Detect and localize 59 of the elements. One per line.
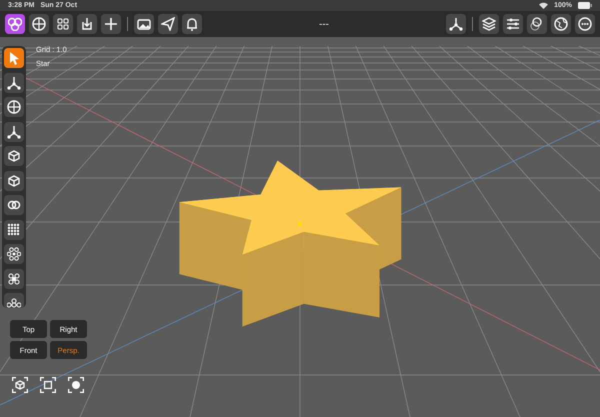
toolbar-button[interactable]	[53, 14, 73, 34]
toolbar-button[interactable]	[479, 14, 499, 34]
wheel-icon	[32, 17, 46, 31]
axes-icon	[7, 76, 21, 90]
paper-plane-icon	[161, 17, 175, 31]
axes-icon	[7, 124, 21, 138]
camera-button[interactable]	[67, 376, 85, 394]
camera-button[interactable]	[39, 376, 57, 394]
tool-button[interactable]	[4, 146, 24, 166]
circles-icon	[530, 17, 544, 31]
battery-icon	[578, 2, 592, 9]
toolbar-button[interactable]	[575, 14, 595, 34]
toolbar-button[interactable]	[29, 14, 49, 34]
dots-icon	[7, 296, 21, 308]
dot-ring-icon	[7, 247, 21, 261]
tool-button[interactable]	[4, 122, 24, 142]
tool-button[interactable]	[4, 244, 24, 264]
sphere-icon	[7, 100, 21, 114]
tool-button[interactable]	[4, 268, 24, 288]
bell-icon	[185, 17, 199, 31]
dots-grid-icon	[7, 222, 21, 236]
tool-button[interactable]	[4, 195, 24, 215]
focus-square-icon	[40, 377, 56, 393]
tool-button[interactable]	[4, 293, 24, 308]
toolbar-button[interactable]	[182, 14, 202, 34]
circles-icon	[8, 17, 22, 31]
settings-icon	[506, 17, 520, 31]
focus-cube-icon	[12, 377, 28, 393]
layers-icon	[482, 17, 496, 31]
tool-button[interactable]	[4, 97, 24, 117]
download-icon	[80, 17, 94, 31]
toolbar-button[interactable]	[446, 14, 466, 34]
rings-icon	[7, 198, 21, 212]
toolbar-button[interactable]	[5, 14, 25, 34]
dots-icon	[7, 272, 21, 286]
focus-dot-icon	[68, 377, 84, 393]
grid-icon	[56, 17, 70, 31]
toolbar-button[interactable]	[503, 14, 523, 34]
toolbar-button[interactable]	[77, 14, 97, 34]
document-title: ---	[318, 18, 330, 30]
axes-icon	[449, 17, 463, 31]
toolbar-button[interactable]	[551, 14, 571, 34]
globe-icon	[554, 17, 568, 31]
cube-icon	[7, 174, 21, 188]
cursor-icon	[7, 51, 21, 65]
more-icon	[578, 17, 592, 31]
camera-button[interactable]	[11, 376, 29, 394]
tool-button[interactable]	[4, 48, 24, 68]
plus-icon	[104, 17, 118, 31]
tool-button[interactable]	[4, 72, 24, 92]
photo-icon	[137, 17, 151, 31]
cube-icon	[7, 149, 21, 163]
wifi-icon	[539, 2, 548, 9]
toolbar-button[interactable]	[527, 14, 547, 34]
toolbar-button[interactable]	[101, 14, 121, 34]
toolbar-button[interactable]	[134, 14, 154, 34]
toolbar-button[interactable]	[158, 14, 178, 34]
tool-button[interactable]	[4, 220, 24, 240]
tool-button[interactable]	[4, 170, 24, 190]
